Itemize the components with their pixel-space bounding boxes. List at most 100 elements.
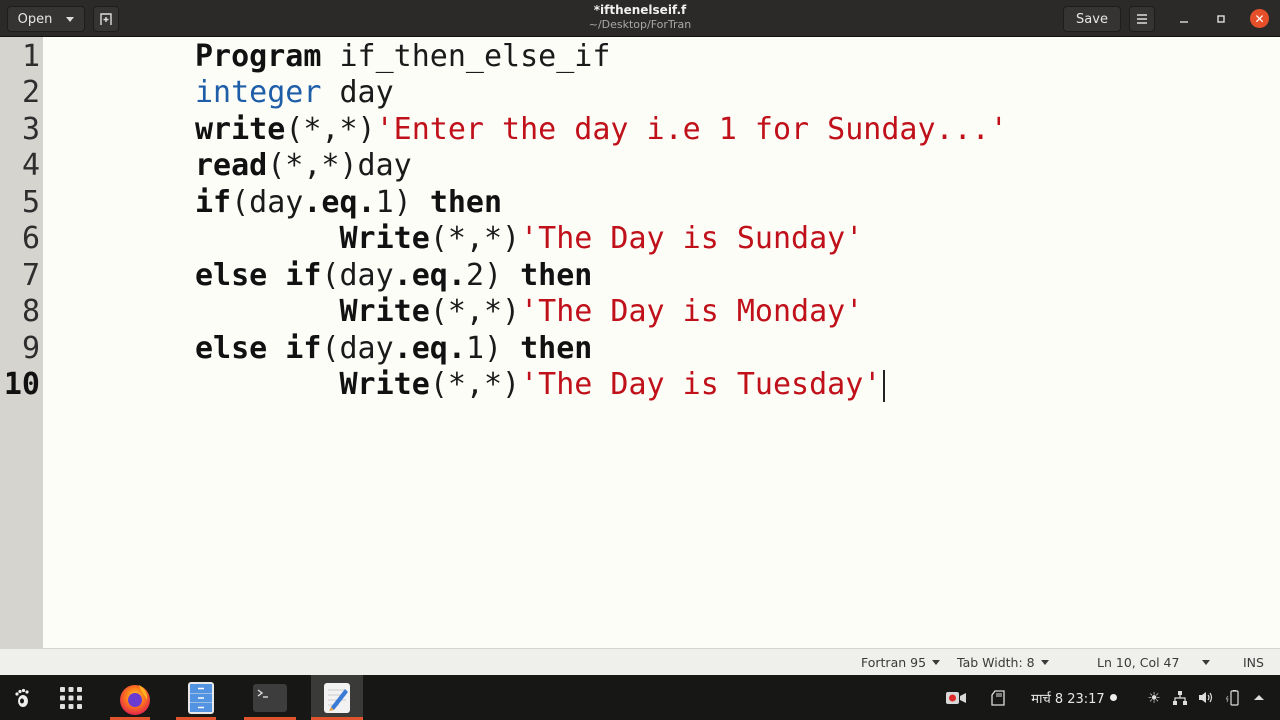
maximize-button[interactable]: [1212, 10, 1230, 28]
code-line[interactable]: 6 Write(*,*)'The Day is Sunday': [0, 221, 1280, 258]
code-line[interactable]: 8 Write(*,*)'The Day is Monday': [0, 294, 1280, 331]
code-text[interactable]: write(*,*)'Enter the day i.e 1 for Sunda…: [195, 112, 1008, 149]
clipboard-indicator[interactable]: [988, 675, 1010, 720]
code-text[interactable]: else if(day.eq.2) then: [195, 258, 592, 295]
code-text[interactable]: integer day: [195, 75, 394, 112]
keyword-token: Write: [339, 221, 430, 256]
taskbar: मार्च 8 23:17 ☀: [0, 675, 1280, 720]
code-line[interactable]: 2 integer day: [0, 75, 1280, 112]
minimize-button[interactable]: [1175, 10, 1193, 28]
code-token: 2): [465, 257, 521, 293]
insert-mode[interactable]: INS: [1243, 655, 1264, 670]
text-editor-icon: [324, 682, 350, 713]
code-line[interactable]: 7 else if(day.eq.2) then: [0, 258, 1280, 295]
code-token: (*,*): [285, 111, 376, 147]
open-button[interactable]: Open: [7, 6, 85, 32]
code-token: 1): [465, 330, 521, 366]
code-line[interactable]: 5 if(day.eq.1) then: [0, 185, 1280, 222]
keyword-token: then: [429, 184, 503, 220]
close-icon: ✕: [1254, 11, 1265, 26]
code-text[interactable]: Program if_then_else_if: [195, 39, 610, 76]
code-token: (*,*): [429, 367, 521, 402]
network-indicator[interactable]: [1170, 675, 1190, 720]
new-tab-button[interactable]: [93, 6, 119, 32]
chevron-down-icon: [66, 16, 75, 22]
clock-button[interactable]: मार्च 8 23:17: [1028, 675, 1120, 720]
line-number: 7: [21, 257, 40, 293]
string-token: 'The Day is Monday': [520, 294, 864, 329]
taskbar-text-editor[interactable]: [311, 675, 363, 720]
chevron-down-icon: [932, 660, 941, 665]
line-number: 3: [21, 111, 40, 147]
code-text[interactable]: if(day.eq.1) then: [195, 185, 502, 222]
system-menu-button[interactable]: [1250, 675, 1268, 720]
line-number: 5: [21, 184, 40, 220]
cursor-position[interactable]: Ln 10, Col 47: [1097, 655, 1179, 670]
line-number: 1: [21, 38, 40, 74]
keyword-token: Write: [339, 294, 430, 329]
close-button[interactable]: ✕: [1250, 9, 1269, 28]
text-cursor: [883, 369, 886, 402]
code-token: (day: [231, 184, 304, 220]
keyword-token: else if: [195, 257, 322, 293]
keyword-token: .eq.: [303, 184, 376, 220]
code-text[interactable]: Write(*,*)'The Day is Tuesday': [195, 367, 886, 404]
editor[interactable]: 1 Program if_then_else_if 2 integer day 3 wri…: [0, 37, 1280, 648]
position-menu-button[interactable]: [1202, 660, 1210, 665]
hamburger-icon: [1137, 14, 1147, 24]
window-title: *ifthenelseif.f: [593, 3, 687, 17]
screen-recorder-indicator[interactable]: [944, 675, 968, 720]
line-number: 6: [21, 221, 40, 256]
app-grid-icon: [60, 686, 82, 709]
brightness-indicator[interactable]: ☀: [1144, 675, 1164, 720]
code-text[interactable]: Write(*,*)'The Day is Monday': [195, 294, 864, 331]
language-label: Fortran 95: [861, 655, 927, 670]
keyword-token: read: [195, 148, 268, 183]
insert-mode-label: INS: [1243, 655, 1264, 670]
video-camera-icon: [946, 691, 966, 704]
network-wired-icon: [1173, 690, 1187, 705]
code-token: (*,*)day: [267, 148, 412, 183]
cursor-position-label: Ln 10, Col 47: [1097, 655, 1180, 670]
restore-icon: [1217, 15, 1225, 23]
volume-indicator[interactable]: [1196, 675, 1216, 720]
string-token: 'The Day is Sunday': [520, 221, 864, 256]
keyword-token: write: [195, 111, 286, 147]
hamburger-menu-button[interactable]: [1129, 6, 1155, 32]
gnome-foot-button[interactable]: [8, 675, 36, 720]
taskbar-files[interactable]: [176, 675, 226, 720]
line-number: 9: [21, 330, 40, 366]
window-subtitle: ~/Desktop/ForTran: [588, 18, 692, 31]
code-line[interactable]: 10 Write(*,*)'The Day is Tuesday': [0, 367, 1280, 404]
window-title-area: *ifthenelseif.f ~/Desktop/ForTran: [540, 3, 740, 31]
tab-width-selector[interactable]: Tab Width: 8: [957, 655, 1049, 670]
taskbar-terminal[interactable]: [244, 675, 296, 720]
string-token: 'Enter the day i.e 1 for Sunday...': [375, 111, 1008, 147]
battery-icon: [1226, 689, 1239, 706]
code-text[interactable]: else if(day.eq.1) then: [195, 331, 592, 368]
code-line[interactable]: 9 else if(day.eq.1) then: [0, 331, 1280, 368]
speaker-icon: [1198, 692, 1212, 703]
keyword-token: .eq.: [393, 257, 466, 293]
firefox-icon: [120, 684, 150, 715]
code-text[interactable]: read(*,*)day: [195, 148, 412, 185]
brightness-icon: ☀: [1147, 688, 1161, 707]
app-grid-button[interactable]: [54, 675, 88, 720]
header-bar: Open *ifthenelseif.f ~/Desktop/ForTran S…: [0, 0, 1280, 37]
taskbar-firefox[interactable]: [110, 675, 160, 720]
code-area[interactable]: 1 Program if_then_else_if 2 integer day 3 wri…: [0, 37, 1280, 648]
code-token: (*,*): [429, 221, 521, 256]
string-token: 'The Day is Tuesday': [520, 367, 882, 402]
battery-indicator[interactable]: [1222, 675, 1244, 720]
language-selector[interactable]: Fortran 95: [861, 655, 941, 670]
code-text[interactable]: Write(*,*)'The Day is Sunday': [195, 221, 864, 258]
code-line[interactable]: 1 Program if_then_else_if: [0, 39, 1280, 76]
code-line[interactable]: 4 read(*,*)day: [0, 148, 1280, 185]
code-line[interactable]: 3 write(*,*)'Enter the day i.e 1 for Sund…: [0, 112, 1280, 149]
keyword-token: Write: [339, 367, 430, 402]
save-button[interactable]: Save: [1063, 6, 1121, 32]
notification-dot-icon: [1109, 694, 1117, 701]
code-token: 1): [375, 184, 430, 220]
code-token: (day: [321, 257, 394, 293]
